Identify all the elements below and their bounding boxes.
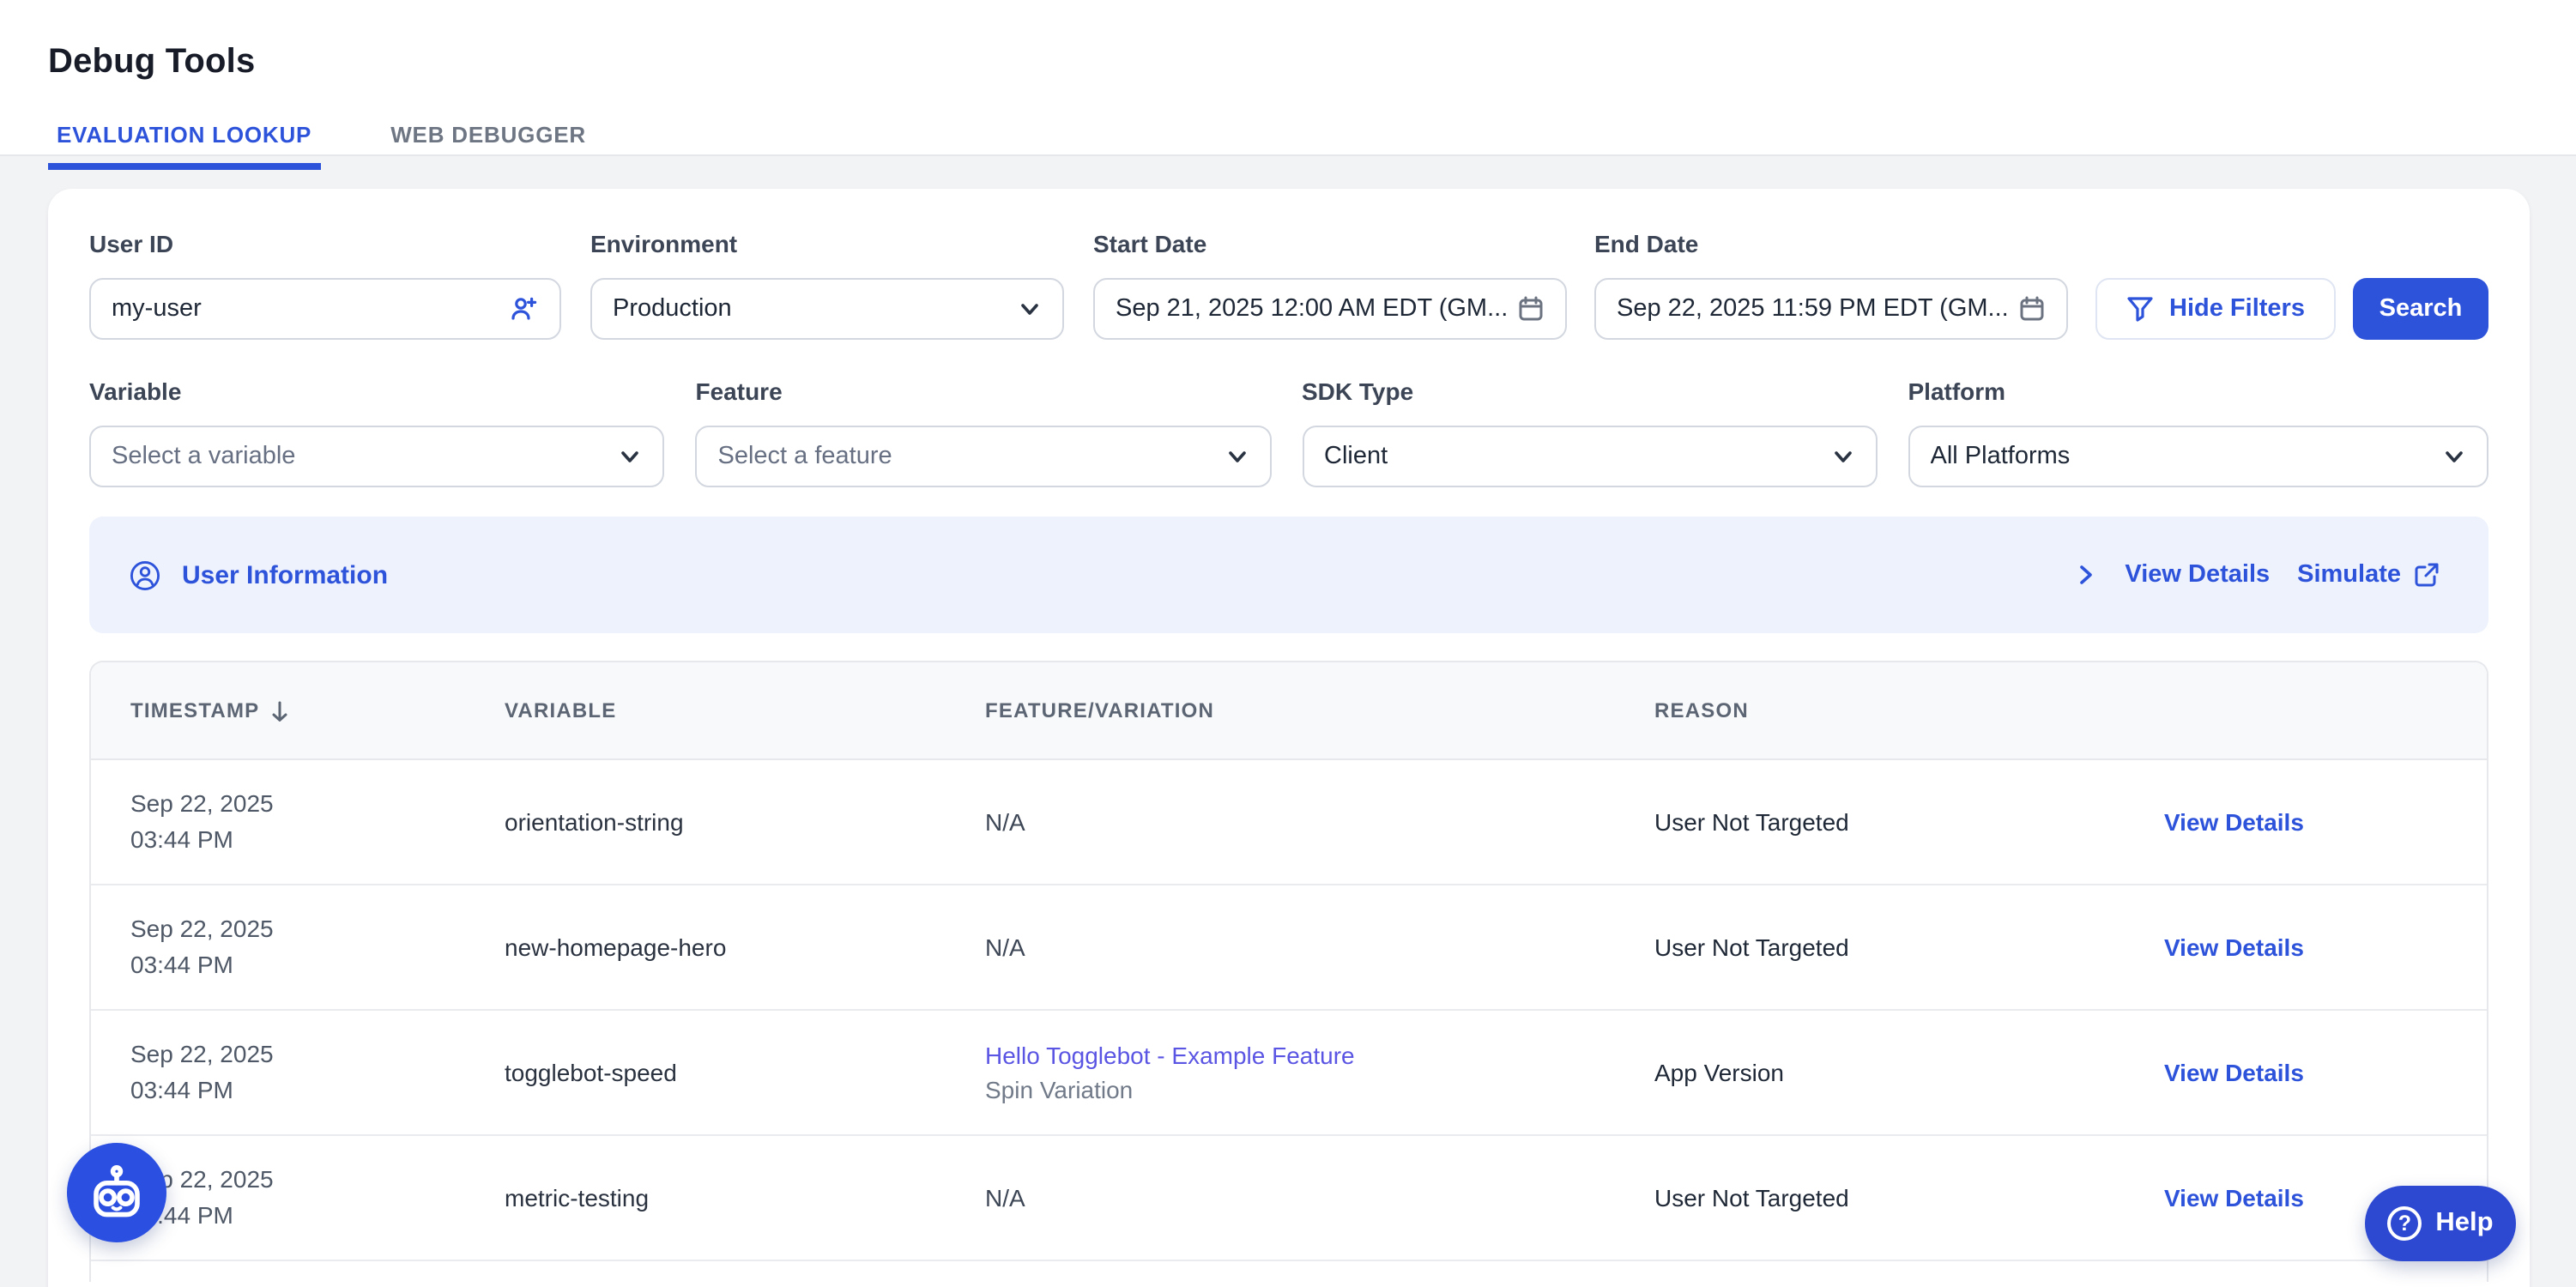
banner-simulate-link[interactable]: Simulate [2297, 561, 2440, 589]
variable-select[interactable]: Select a variable [89, 426, 665, 487]
sdk-type-label: SDK Type [1302, 378, 1878, 405]
table-row: Sep 22, 202503:44 PM togglebot-speed Hel… [91, 1011, 2487, 1136]
chevron-down-icon [1831, 444, 1855, 468]
sort-desc-arrow-icon [269, 699, 290, 722]
user-circle-icon [129, 559, 161, 591]
sdk-type-field: SDK Type Client [1302, 378, 1878, 487]
start-date-label: Start Date [1093, 230, 1567, 257]
filter-row-2: Variable Select a variable Feature Selec… [89, 378, 2488, 487]
search-button[interactable]: Search [2353, 278, 2488, 340]
start-date-input[interactable]: Sep 21, 2025 12:00 AM EDT (GM... [1093, 278, 1567, 340]
user-information-header[interactable]: User Information [129, 559, 388, 591]
question-mark-icon: ? [2387, 1206, 2422, 1241]
platform-select[interactable]: All Platforms [1908, 426, 2489, 487]
variable-label: Variable [89, 378, 665, 405]
view-details-link: View Details [2164, 808, 2487, 836]
chevron-down-icon [619, 444, 643, 468]
feature-cell: N/A [985, 808, 1654, 836]
user-information-banner: User Information View Details Simulate [89, 517, 2488, 633]
evaluations-table: TIMESTAMP VARIABLE FEATURE/VARIATION REA… [89, 661, 2488, 1282]
timestamp-cell: Sep 22, 202503:44 PM [91, 911, 505, 983]
variable-field: Variable Select a variable [89, 378, 665, 487]
variable-cell: new-homepage-hero [505, 934, 985, 961]
user-id-label: User ID [89, 230, 561, 257]
user-id-input-wrap [89, 278, 561, 340]
chevron-down-icon [1018, 297, 1042, 321]
variable-cell: togglebot-speed [505, 1059, 985, 1086]
reason-cell: User Not Targeted [1654, 808, 2164, 836]
togglebot-chat-button[interactable] [67, 1143, 166, 1242]
view-details-link: View Details [2164, 1059, 2487, 1086]
end-date-field: End Date Sep 22, 2025 11:59 PM EDT (GM..… [1594, 230, 2068, 340]
banner-title: User Information [182, 560, 388, 589]
platform-label: Platform [1908, 378, 2489, 405]
environment-select[interactable]: Production [590, 278, 1064, 340]
user-id-input[interactable] [112, 295, 508, 323]
platform-field: Platform All Platforms [1908, 378, 2489, 487]
environment-field: Environment Production [590, 230, 1064, 340]
table-row: Sep 22, 202503:44 PM metric-testing N/A … [91, 1136, 2487, 1261]
end-date-input[interactable]: Sep 22, 2025 11:59 PM EDT (GM... [1594, 278, 2068, 340]
hide-filters-button[interactable]: Hide Filters [2095, 278, 2336, 340]
view-details-link: View Details [2164, 934, 2487, 961]
variable-cell: orientation-string [505, 808, 985, 836]
table-header-row: TIMESTAMP VARIABLE FEATURE/VARIATION REA… [91, 662, 2487, 760]
environment-label: Environment [590, 230, 1064, 257]
feature-cell: Hello Togglebot - Example Feature Spin V… [985, 1038, 1654, 1107]
reason-cell: User Not Targeted [1654, 934, 2164, 961]
column-header-variable[interactable]: VARIABLE [505, 698, 985, 722]
column-header-feature-variation[interactable]: FEATURE/VARIATION [985, 698, 1654, 722]
table-row: Sep 22, 202503:44 PM new-homepage-hero N… [91, 885, 2487, 1011]
calendar-icon [1517, 295, 1545, 323]
calendar-icon [2018, 295, 2046, 323]
feature-label: Feature [696, 378, 1272, 405]
feature-cell: N/A [985, 1184, 1654, 1211]
tab-web-debugger[interactable]: WEB DEBUGGER [382, 122, 595, 170]
help-button[interactable]: ? Help [2365, 1186, 2516, 1261]
variable-cell: metric-testing [505, 1184, 985, 1211]
external-link-icon [2413, 561, 2440, 589]
feature-field: Feature Select a feature [696, 378, 1272, 487]
tab-evaluation-lookup[interactable]: EVALUATION LOOKUP [48, 122, 320, 170]
table-row-partial [91, 1261, 2487, 1282]
filter-funnel-icon [2126, 295, 2154, 323]
banner-actions: View Details Simulate [2073, 561, 2440, 589]
chevron-down-icon [2442, 444, 2466, 468]
sdk-type-select[interactable]: Client [1302, 426, 1878, 487]
user-add-icon[interactable] [508, 293, 539, 324]
table-row: Sep 22, 202503:44 PM orientation-string … [91, 760, 2487, 885]
column-header-timestamp[interactable]: TIMESTAMP [91, 698, 505, 722]
feature-cell: N/A [985, 934, 1654, 961]
chevron-right-icon[interactable] [2073, 563, 2097, 587]
page-title: Debug Tools [48, 45, 2576, 79]
timestamp-cell: Sep 22, 202503:44 PM [91, 1036, 505, 1109]
banner-view-details-link[interactable]: View Details [2125, 561, 2270, 589]
togglebot-robot-icon [82, 1158, 151, 1227]
chevron-down-icon [1225, 444, 1249, 468]
variation-label: Spin Variation [985, 1072, 1654, 1107]
feature-select[interactable]: Select a feature [696, 426, 1272, 487]
filter-row-1: User ID Environment [89, 230, 2488, 340]
evaluation-lookup-card: User ID Environment [48, 189, 2530, 1287]
feature-link[interactable]: Hello Togglebot - Example Feature [985, 1038, 1654, 1072]
end-date-label: End Date [1594, 230, 2068, 257]
start-date-field: Start Date Sep 21, 2025 12:00 AM EDT (GM… [1093, 230, 1567, 340]
timestamp-cell: Sep 22, 202503:44 PM [91, 786, 505, 858]
user-id-field: User ID [89, 230, 561, 340]
debug-tools-page: Debug Tools EVALUATION LOOKUP WEB DEBUGG… [0, 0, 2576, 1287]
reason-cell: App Version [1654, 1059, 2164, 1086]
content-area: User ID Environment [0, 156, 2576, 1287]
page-header: Debug Tools EVALUATION LOOKUP WEB DEBUGG… [0, 0, 2576, 156]
column-header-reason[interactable]: REASON [1654, 698, 2164, 722]
reason-cell: User Not Targeted [1654, 1184, 2164, 1211]
